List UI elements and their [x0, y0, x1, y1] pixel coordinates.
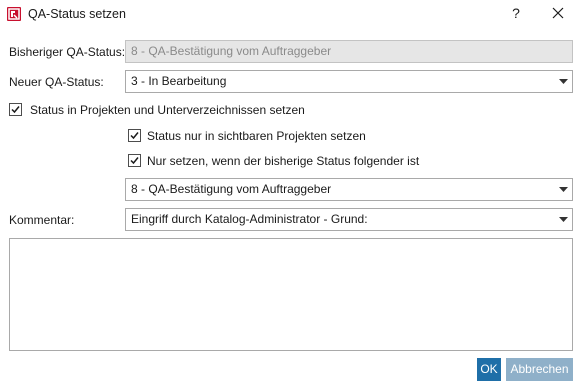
- previous-status-label: Bisheriger QA-Status:: [9, 45, 126, 59]
- visible-projects-only-label[interactable]: Status nur in sichtbaren Projekten setze…: [147, 128, 366, 144]
- new-status-dropdown[interactable]: 3 - In Bearbeitung: [125, 70, 573, 93]
- checkmark-icon: [11, 106, 20, 114]
- visible-projects-only-checkbox[interactable]: [128, 129, 141, 142]
- chevron-down-icon[interactable]: [554, 179, 572, 200]
- checkmark-icon: [130, 132, 139, 140]
- set-in-projects-label[interactable]: Status in Projekten und Unterverzeichnis…: [30, 102, 305, 118]
- checkmark-icon: [130, 157, 139, 165]
- only-if-previous-label[interactable]: Nur setzen, wenn der bisherige Status fo…: [147, 153, 419, 169]
- dialog-title: QA-Status setzen: [28, 7, 126, 21]
- app-icon: [7, 7, 21, 21]
- chevron-down-icon[interactable]: [554, 71, 572, 92]
- close-icon: [552, 7, 564, 19]
- chevron-down-icon[interactable]: [554, 209, 572, 230]
- comment-preset-value: Eingriff durch Katalog-Administrator - G…: [131, 212, 368, 226]
- comment-preset-dropdown[interactable]: Eingriff durch Katalog-Administrator - G…: [125, 208, 573, 231]
- condition-status-dropdown[interactable]: 8 - QA-Bestätigung vom Auftraggeber: [125, 178, 573, 201]
- ok-button[interactable]: OK: [477, 358, 501, 381]
- comment-textarea[interactable]: [9, 238, 573, 351]
- only-if-previous-checkbox[interactable]: [128, 154, 141, 167]
- condition-status-value: 8 - QA-Bestätigung vom Auftraggeber: [131, 182, 332, 196]
- cancel-button[interactable]: Abbrechen: [506, 358, 573, 381]
- comment-label: Kommentar:: [9, 213, 75, 227]
- previous-status-field: 8 - QA-Bestätigung vom Auftraggeber: [125, 40, 573, 63]
- new-status-label: Neuer QA-Status:: [9, 75, 104, 89]
- help-button[interactable]: ?: [506, 3, 526, 23]
- set-in-projects-checkbox[interactable]: [9, 103, 22, 116]
- new-status-value: 3 - In Bearbeitung: [131, 74, 227, 88]
- close-button[interactable]: [548, 3, 568, 23]
